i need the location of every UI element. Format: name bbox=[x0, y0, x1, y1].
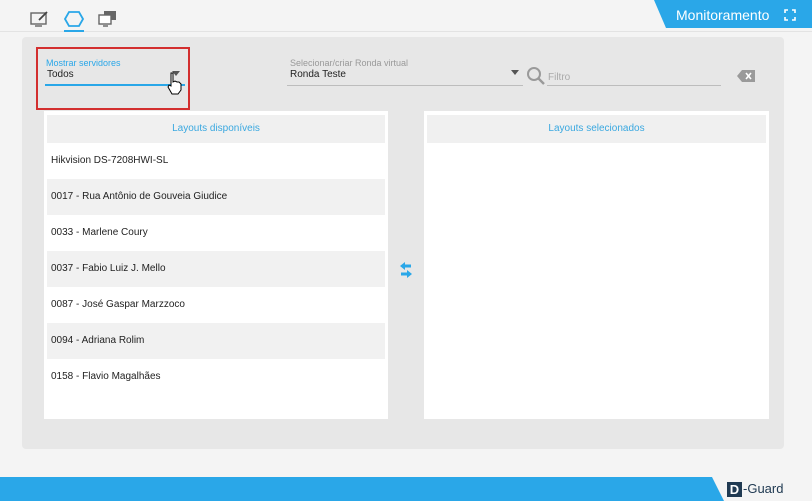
list-item[interactable]: 0017 - Rua Antônio de Gouveia Giudice bbox=[47, 179, 385, 215]
bottom-status-bar bbox=[0, 477, 812, 501]
selected-layouts-list: Layouts selecionados bbox=[424, 111, 769, 419]
tour-select-label: Selecionar/criar Ronda virtual bbox=[290, 58, 409, 68]
brand-logo-mark: D bbox=[727, 482, 742, 497]
list-item[interactable]: 0033 - Marlene Coury bbox=[47, 215, 385, 251]
brand-logo-text: -Guard bbox=[743, 481, 784, 496]
chevron-down-icon[interactable] bbox=[511, 70, 519, 75]
tour-select-underline bbox=[287, 85, 523, 86]
hexagon-icon[interactable] bbox=[63, 10, 85, 32]
list-item[interactable]: 0037 - Fabio Luiz J. Mello bbox=[47, 251, 385, 287]
filter-input-underline bbox=[547, 85, 721, 86]
transfer-arrows-icon[interactable] bbox=[399, 261, 413, 284]
clear-filter-icon[interactable] bbox=[737, 69, 755, 87]
list-item[interactable]: 0094 - Adriana Rolim bbox=[47, 323, 385, 359]
list-item[interactable]: Hikvision DS-7208HWI-SL bbox=[47, 143, 385, 179]
filter-input[interactable]: Filtro bbox=[548, 72, 570, 83]
list-item[interactable]: 0087 - José Gaspar Marzzoco bbox=[47, 287, 385, 323]
monitors-icon[interactable] bbox=[98, 10, 118, 28]
title-tab: Monitoramento bbox=[654, 0, 812, 28]
tour-select-value[interactable]: Ronda Teste bbox=[290, 69, 346, 80]
selected-layouts-header: Layouts selecionados bbox=[427, 115, 766, 143]
pointer-cursor-icon bbox=[166, 72, 186, 101]
page-title: Monitoramento bbox=[676, 7, 770, 23]
list-item[interactable]: 0158 - Flavio Magalhães bbox=[47, 359, 385, 395]
available-layouts-list: Layouts disponíveis Hikvision DS-7208HWI… bbox=[44, 111, 388, 419]
fullscreen-icon[interactable] bbox=[784, 8, 796, 21]
edit-screen-icon[interactable] bbox=[30, 10, 50, 28]
available-layouts-header: Layouts disponíveis bbox=[47, 115, 385, 143]
search-icon[interactable] bbox=[526, 66, 546, 91]
